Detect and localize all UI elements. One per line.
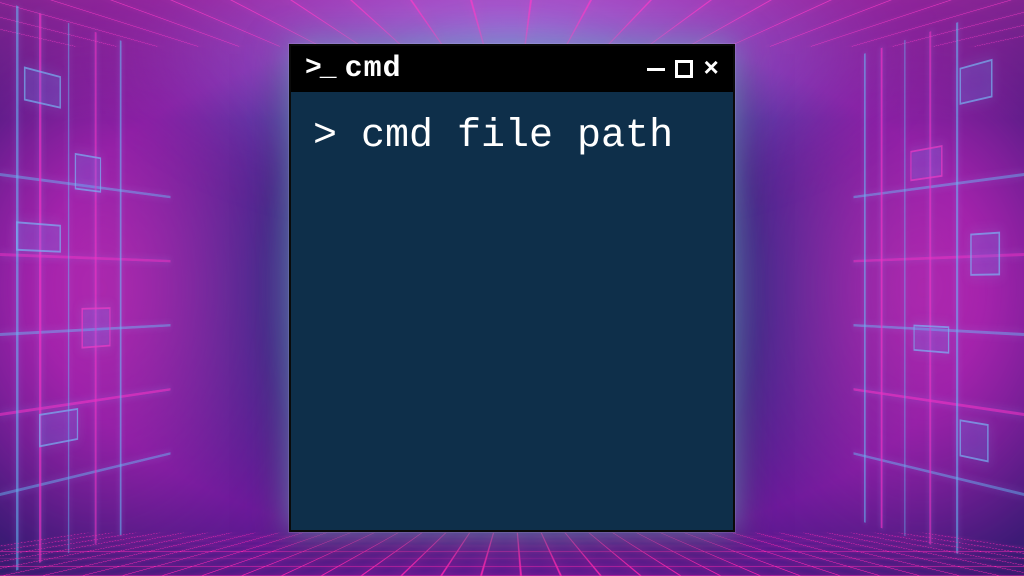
prompt-icon: >_ [305,55,335,83]
command-text: cmd file path [361,114,673,159]
circuit-panel-right [853,0,1024,576]
terminal-body[interactable]: > cmd file path [291,92,733,182]
minimize-icon [647,68,665,71]
circuit-panel-left [0,0,171,576]
maximize-button[interactable] [675,60,693,78]
minimize-button[interactable] [647,68,665,71]
prompt-char: > [313,114,361,159]
close-button[interactable]: × [703,56,719,82]
maximize-icon [675,60,693,78]
titlebar[interactable]: >_ cmd × [291,46,733,92]
window-title: cmd [345,52,402,86]
close-icon: × [703,56,719,82]
terminal-window: >_ cmd × > cmd file path [289,44,735,532]
window-controls: × [647,56,719,82]
